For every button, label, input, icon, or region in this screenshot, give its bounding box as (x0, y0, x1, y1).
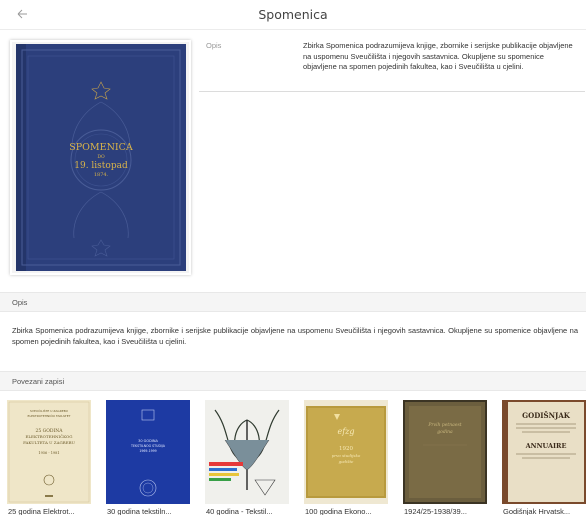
thumb-4-line-1: efzg (337, 427, 354, 436)
description-text: Zbirka Spomenica podrazumijeva knjige, z… (12, 326, 578, 346)
thumb-5-line-2: godina (437, 429, 453, 435)
cover-title-text: SPOMENICA (69, 142, 133, 153)
record-caption-5[interactable]: 1924/25-1938/39... (404, 507, 494, 515)
thumb-6-line-2: ANNUAIRE (525, 442, 567, 450)
thumb-2-line-3: 1969-1999 (139, 449, 156, 453)
record-thumbnail-1[interactable]: SVEUČILIŠTE U ZAGREBU ELEKTROTEHNIČKI FA… (7, 400, 91, 504)
related-record-2[interactable]: 30 GODINA TEKSTILNOG STUDIJA 1969-1999 3… (106, 398, 190, 515)
thumb-4-line-2: 1920 (339, 446, 353, 452)
record-thumbnail-3[interactable] (205, 400, 289, 504)
cover-subtitle-text: DO (97, 154, 105, 160)
cover-image[interactable]: SPOMENICA DO 19. listopad 1874. (10, 40, 191, 275)
related-record-3[interactable]: 40 godina - Tekstil... (205, 398, 289, 515)
record-caption-4[interactable]: 100 godina Ekono... (305, 507, 395, 515)
info-value-opis: Zbirka Spomenica podrazumijeva knjige, z… (303, 41, 573, 71)
record-thumbnail-6[interactable]: GODIŠNJAK ANNUAIRE (502, 400, 586, 504)
record-thumbnail-2[interactable]: 30 GODINA TEKSTILNOG STUDIJA 1969-1999 (106, 400, 190, 504)
description-header: Opis (0, 292, 586, 312)
description-heading: Opis (12, 298, 28, 307)
record-thumbnail-4[interactable]: efzg 1920 prvo studijsko godište (304, 400, 388, 504)
related-record-1[interactable]: SVEUČILIŠTE U ZAGREBU ELEKTROTEHNIČKI FA… (7, 398, 91, 515)
cover-year-text: 1874. (94, 172, 109, 178)
cover-date-text: 19. listopad (74, 161, 128, 171)
thumb-1-line-6: 1956 - 1981 (38, 451, 59, 455)
related-records-header: Povezani zapisi (0, 371, 586, 391)
info-table: Opis Zbirka Spomenica podrazumijeva knji… (199, 38, 585, 92)
info-key-opis: Opis (206, 41, 222, 50)
related-records-heading: Povezani zapisi (12, 377, 65, 386)
thumb-1-line-4: ELEKTROTEHNIČKOG (25, 434, 72, 439)
top-bar: Spomenica (0, 0, 586, 30)
related-records-list: SVEUČILIŠTE U ZAGREBU ELEKTROTEHNIČKI FA… (0, 398, 586, 515)
thumb-2-line-1: 30 GODINA (138, 439, 158, 443)
page-title: Spomenica (258, 7, 328, 22)
book-cover-illustration: SPOMENICA DO 19. listopad 1874. (12, 42, 189, 273)
thumb-1-line-1: SVEUČILIŠTE U ZAGREBU (30, 408, 68, 413)
thumb-4-line-4: godište (339, 459, 354, 464)
thumb-5-line-1: Prvih petnaest (427, 422, 461, 428)
thumb-1-line-2: ELEKTROTEHNIČKI FAKULTET (28, 413, 71, 418)
related-record-5[interactable]: Prvih petnaest godina 1924/25-1938/39... (403, 398, 487, 515)
record-caption-2[interactable]: 30 godina tekstiln... (107, 507, 197, 515)
record-caption-6[interactable]: Godišnjak Hrvatsk... (503, 507, 586, 515)
thumb-1-line-5: FAKULTETA U ZAGREBU (23, 440, 75, 445)
thumb-2-line-2: TEKSTILNOG STUDIJA (130, 444, 166, 448)
thumb-4-line-3: prvo studijsko (332, 453, 361, 458)
thumb-6-line-1: GODIŠNJAK (522, 411, 571, 420)
record-thumbnail-5[interactable]: Prvih petnaest godina (403, 400, 487, 504)
record-caption-1[interactable]: 25 godina Elektrot... (8, 507, 98, 515)
record-caption-3[interactable]: 40 godina - Tekstil... (206, 507, 296, 515)
related-record-4[interactable]: efzg 1920 prvo studijsko godište 100 god… (304, 398, 388, 515)
related-record-6[interactable]: GODIŠNJAK ANNUAIRE Godišnjak Hrvatsk... (502, 398, 586, 515)
